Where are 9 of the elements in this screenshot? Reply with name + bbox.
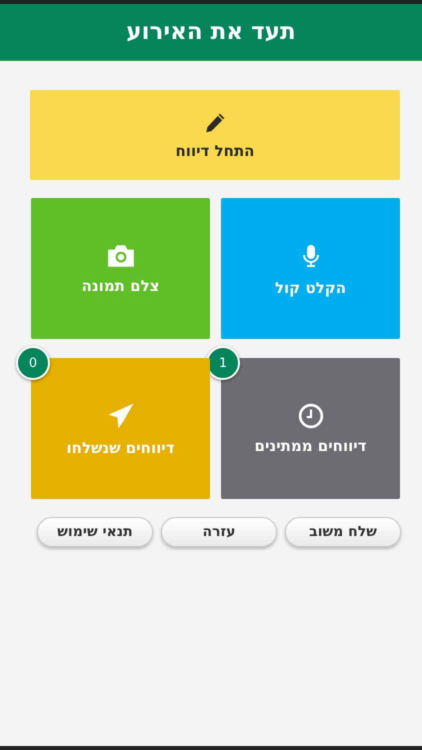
camera-icon [106, 242, 136, 268]
link-button[interactable]: תנאי שימוש [37, 517, 153, 547]
count-badge: 0 [16, 346, 50, 380]
link-button[interactable]: שלח משוב [285, 517, 401, 547]
page-title: תעד את האירוע [126, 19, 296, 45]
clock-icon [298, 402, 324, 428]
paper-plane-icon [106, 400, 136, 430]
link-button[interactable]: עזרה [161, 517, 277, 547]
start-report-tile[interactable]: התחל דיווח [30, 90, 400, 180]
